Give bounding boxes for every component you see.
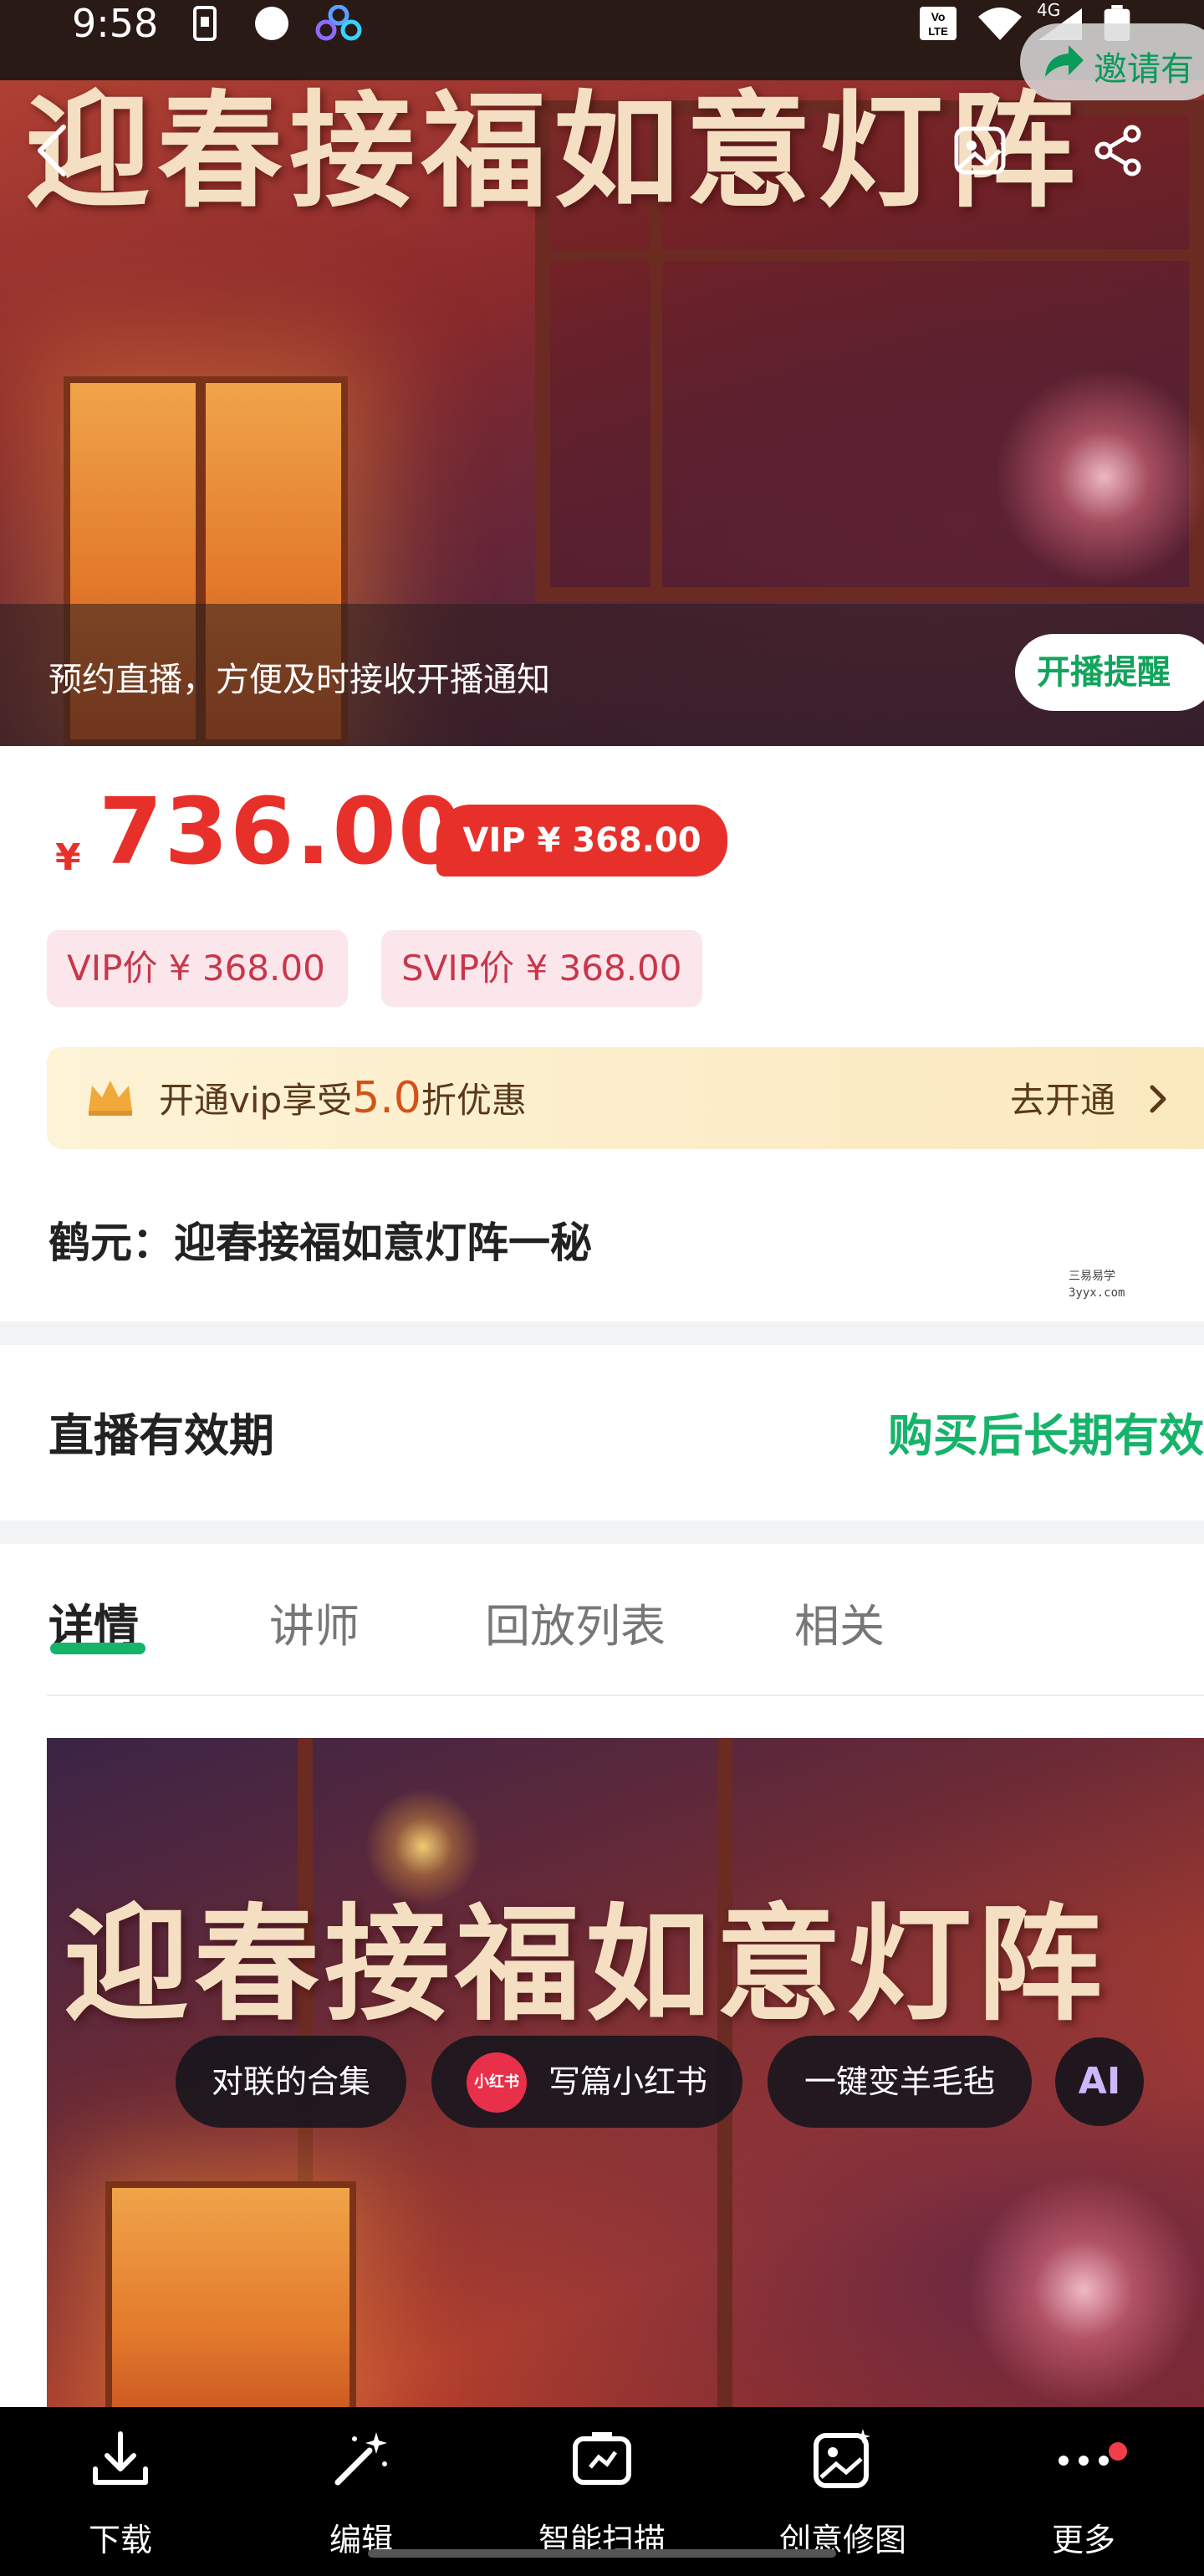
share-button[interactable] — [1085, 117, 1152, 184]
cloud-app-icon — [315, 5, 362, 41]
wifi-icon — [978, 8, 1022, 40]
phone-icon — [193, 6, 217, 41]
notification-dot — [1109, 2442, 1127, 2461]
price-amount: 736.00 — [99, 778, 464, 885]
svg-text:LTE: LTE — [928, 25, 948, 38]
magic-wand-icon — [334, 2432, 387, 2486]
vip-promo-bar[interactable]: 开通vip享受5.0折优惠 去开通 — [47, 1047, 1204, 1149]
tab-related[interactable]: 相关 — [794, 1589, 885, 1655]
svip-price-tag: SVIP价 ¥ 368.00 — [381, 930, 702, 1007]
image-button[interactable] — [946, 117, 1013, 184]
watermark: 三易易学 3yyx.com — [1069, 1268, 1125, 1301]
ai-chip-couplets[interactable]: 对联的合集 — [176, 2036, 406, 2128]
poster-firework-decoration — [967, 2173, 1201, 2407]
download-icon — [93, 2431, 148, 2485]
more-icon — [1059, 2456, 1109, 2466]
invite-label: 邀请有 — [1094, 50, 1194, 89]
hero-banner: 迎春接福如意灯阵 预约直播，方便及时接收开播通知 开播提醒 — [0, 0, 1204, 746]
status-time: 9:58 — [72, 1, 159, 46]
toolbar-download[interactable]: 下载 — [37, 2407, 204, 2576]
validity-value: 购买后长期有效 — [888, 1409, 1204, 1462]
home-indicator — [368, 2549, 836, 2558]
toolbar-more[interactable]: 更多 — [1000, 2407, 1167, 2576]
course-title: 鹤元：迎春接福如意灯阵一秘 — [48, 1219, 592, 1267]
vip-price-badge: VIP ¥ 368.00 — [436, 805, 727, 877]
app-circle-icon — [255, 7, 288, 40]
vip-promo-discount: 5.0 — [352, 1073, 421, 1123]
back-button[interactable] — [18, 117, 85, 184]
creative-photo-icon — [814, 2429, 870, 2488]
live-remind-button[interactable]: 开播提醒 — [1015, 634, 1204, 711]
validity-label: 直播有效期 — [48, 1409, 274, 1462]
hero-firework-decoration — [995, 368, 1204, 585]
ai-chip-xiaohongshu-label: 写篇小红书 — [548, 2063, 708, 2100]
xiaohongshu-icon: 小红书 — [467, 2052, 527, 2113]
section-divider — [0, 1321, 1204, 1345]
chevron-right-icon — [1150, 1085, 1166, 1113]
section-divider — [0, 1521, 1204, 1544]
price-symbol: ¥ — [55, 836, 81, 879]
crown-icon — [89, 1081, 132, 1116]
toolbar-more-label: 更多 — [1051, 2522, 1115, 2558]
vip-promo-suffix: 折优惠 — [421, 1080, 527, 1121]
vip-price-tag: VIP价 ¥ 368.00 — [47, 930, 348, 1007]
toolbar-download-label: 下载 — [88, 2522, 152, 2558]
ai-button[interactable]: AI — [1055, 2037, 1144, 2126]
share-arrow-icon — [1045, 45, 1084, 77]
vip-promo-prefix: 开通vip享受 — [159, 1080, 353, 1121]
watermark-line1: 三易易学 — [1069, 1270, 1115, 1283]
tab-active-indicator — [50, 1643, 145, 1654]
watermark-line2: 3yyx.com — [1069, 1286, 1125, 1300]
ai-chip-xiaohongshu[interactable]: 小红书 写篇小红书 — [431, 2036, 742, 2128]
notice-text: 预约直播，方便及时接收开播通知 — [48, 661, 550, 699]
image-icon — [954, 126, 1006, 175]
chevron-left-icon — [38, 125, 66, 176]
bottom-toolbar: 下载 编辑 智能扫描 创意修图 更多 — [0, 2407, 1204, 2576]
invite-button[interactable]: 邀请有 — [1020, 23, 1204, 100]
share-icon — [1094, 125, 1141, 176]
smart-scan-icon — [573, 2432, 631, 2485]
tab-replay-list[interactable]: 回放列表 — [485, 1589, 666, 1655]
vip-open-link[interactable]: 去开通 — [1010, 1072, 1115, 1123]
svg-text:Vo: Vo — [931, 10, 946, 23]
ai-chip-felt[interactable]: 一键变羊毛毡 — [768, 2036, 1032, 2128]
volte-icon: Vo LTE — [920, 7, 957, 40]
poster-title: 迎春接福如意灯阵 — [64, 1891, 1108, 2038]
tab-divider — [47, 1694, 1204, 1696]
vip-promo-text: 开通vip享受5.0折优惠 — [159, 1072, 527, 1123]
poster-lantern-decoration — [105, 2181, 356, 2407]
tab-lecturer[interactable]: 讲师 — [269, 1589, 360, 1655]
